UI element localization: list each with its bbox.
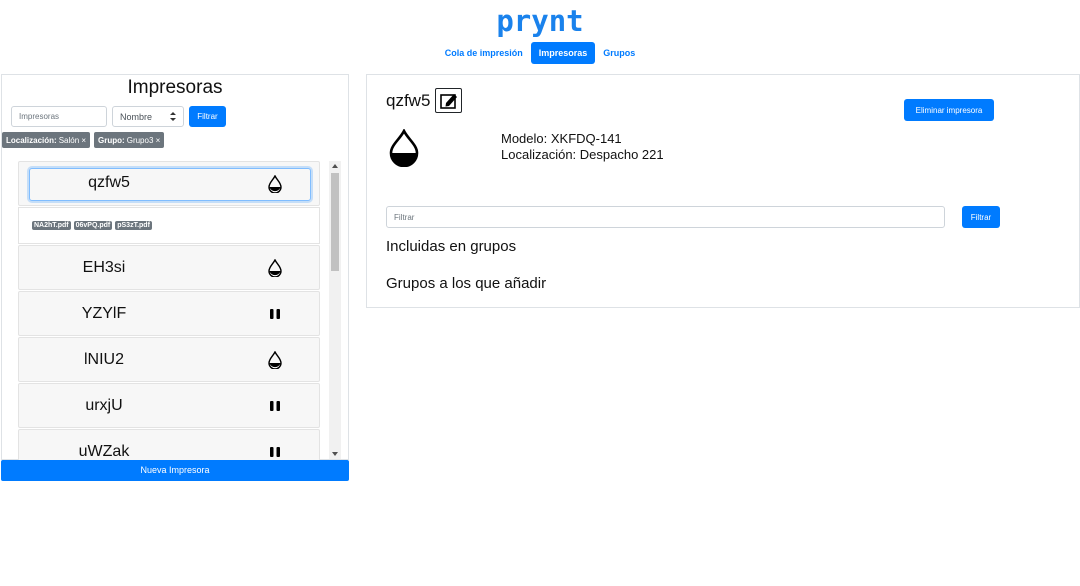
included-groups-heading: Incluidas en grupos	[386, 238, 517, 255]
chip-value: Salón ×	[58, 135, 87, 145]
drop-icon	[268, 175, 282, 193]
edit-icon	[440, 93, 457, 109]
pause-icon	[270, 309, 280, 319]
chip-key: Localización:	[6, 135, 57, 145]
file-tag[interactable]: 06vPQ.pdf	[73, 221, 113, 230]
main-nav: Cola de impresión Impresoras Grupos	[0, 42, 1080, 64]
list-item[interactable]: EH3si	[18, 245, 320, 290]
filter-button[interactable]: Filtrar	[189, 106, 226, 127]
printer-detail-panel: qzfw5 Eliminar impresora Modelo: XKFDQ-1…	[366, 74, 1080, 308]
printer-name: uWZak	[78, 443, 130, 460]
printer-files: NA2hT.pdf 06vPQ.pdf pS3zT.pdf	[18, 207, 320, 244]
printer-name: urxjU	[85, 397, 123, 414]
brand-logo: prynt	[496, 4, 584, 38]
select-arrows-icon	[170, 112, 176, 121]
list-item[interactable]: urxjU	[18, 383, 320, 428]
printer-detail-title: qzfw5	[386, 90, 431, 110]
printer-info: Modelo: XKFDQ-141 Localización: Despacho…	[501, 131, 664, 163]
pause-icon	[270, 401, 280, 411]
printers-title: Impresoras	[127, 77, 223, 98]
printer-name: lNIU2	[83, 351, 124, 368]
list-item-selected[interactable]: qzfw5	[18, 161, 320, 206]
drop-icon	[268, 259, 282, 277]
chip-value: Grupo3 ×	[126, 135, 161, 145]
group-filter-input[interactable]: Filtrar	[386, 206, 945, 228]
list-scrollbar[interactable]	[329, 161, 341, 459]
edit-button[interactable]	[435, 88, 463, 113]
scroll-up-icon[interactable]	[332, 164, 338, 168]
tab-printers[interactable]: Impresoras	[530, 42, 596, 64]
scroll-thumb[interactable]	[331, 173, 339, 271]
tab-groups[interactable]: Grupos	[595, 42, 643, 64]
group-filter-button[interactable]: Filtrar	[962, 206, 1000, 228]
list-item[interactable]: lNIU2	[18, 337, 320, 382]
new-printer-button[interactable]: Nueva Impresora	[1, 460, 349, 481]
printer-search-input[interactable]: Impresoras	[11, 106, 107, 127]
sort-select[interactable]: Nombre	[112, 106, 184, 127]
drop-icon	[268, 351, 282, 369]
location-filter-chip[interactable]: Localización: Salón ×	[2, 132, 91, 148]
printer-location: Localización: Despacho 221	[501, 147, 664, 162]
drop-icon	[389, 129, 419, 167]
group-filter-chip[interactable]: Grupo: Grupo3 ×	[94, 132, 165, 148]
printer-name: qzfw5	[88, 174, 130, 191]
printer-list: qzfw5 NA2hT.pdf 06vPQ.pdf pS3zT.pdf EH3s…	[18, 161, 320, 461]
printer-name: EH3si	[82, 259, 126, 276]
file-tag[interactable]: NA2hT.pdf	[32, 221, 71, 230]
chip-key: Grupo:	[98, 135, 125, 145]
file-tag[interactable]: pS3zT.pdf	[115, 221, 152, 230]
printers-panel: Impresoras Impresoras Nombre Filtrar Loc…	[1, 74, 349, 461]
sort-select-value: Nombre	[120, 111, 153, 122]
list-item[interactable]: YZYlF	[18, 291, 320, 336]
list-item[interactable]: uWZak	[18, 429, 320, 461]
scroll-down-icon[interactable]	[332, 452, 338, 456]
printer-model: Modelo: XKFDQ-141	[501, 131, 622, 146]
pause-icon	[270, 447, 280, 457]
add-groups-heading: Grupos a los que añadir	[386, 275, 547, 292]
delete-printer-button[interactable]: Eliminar impresora	[904, 99, 994, 121]
printer-name: YZYlF	[81, 305, 127, 322]
tab-print-queue[interactable]: Cola de impresión	[437, 42, 531, 64]
